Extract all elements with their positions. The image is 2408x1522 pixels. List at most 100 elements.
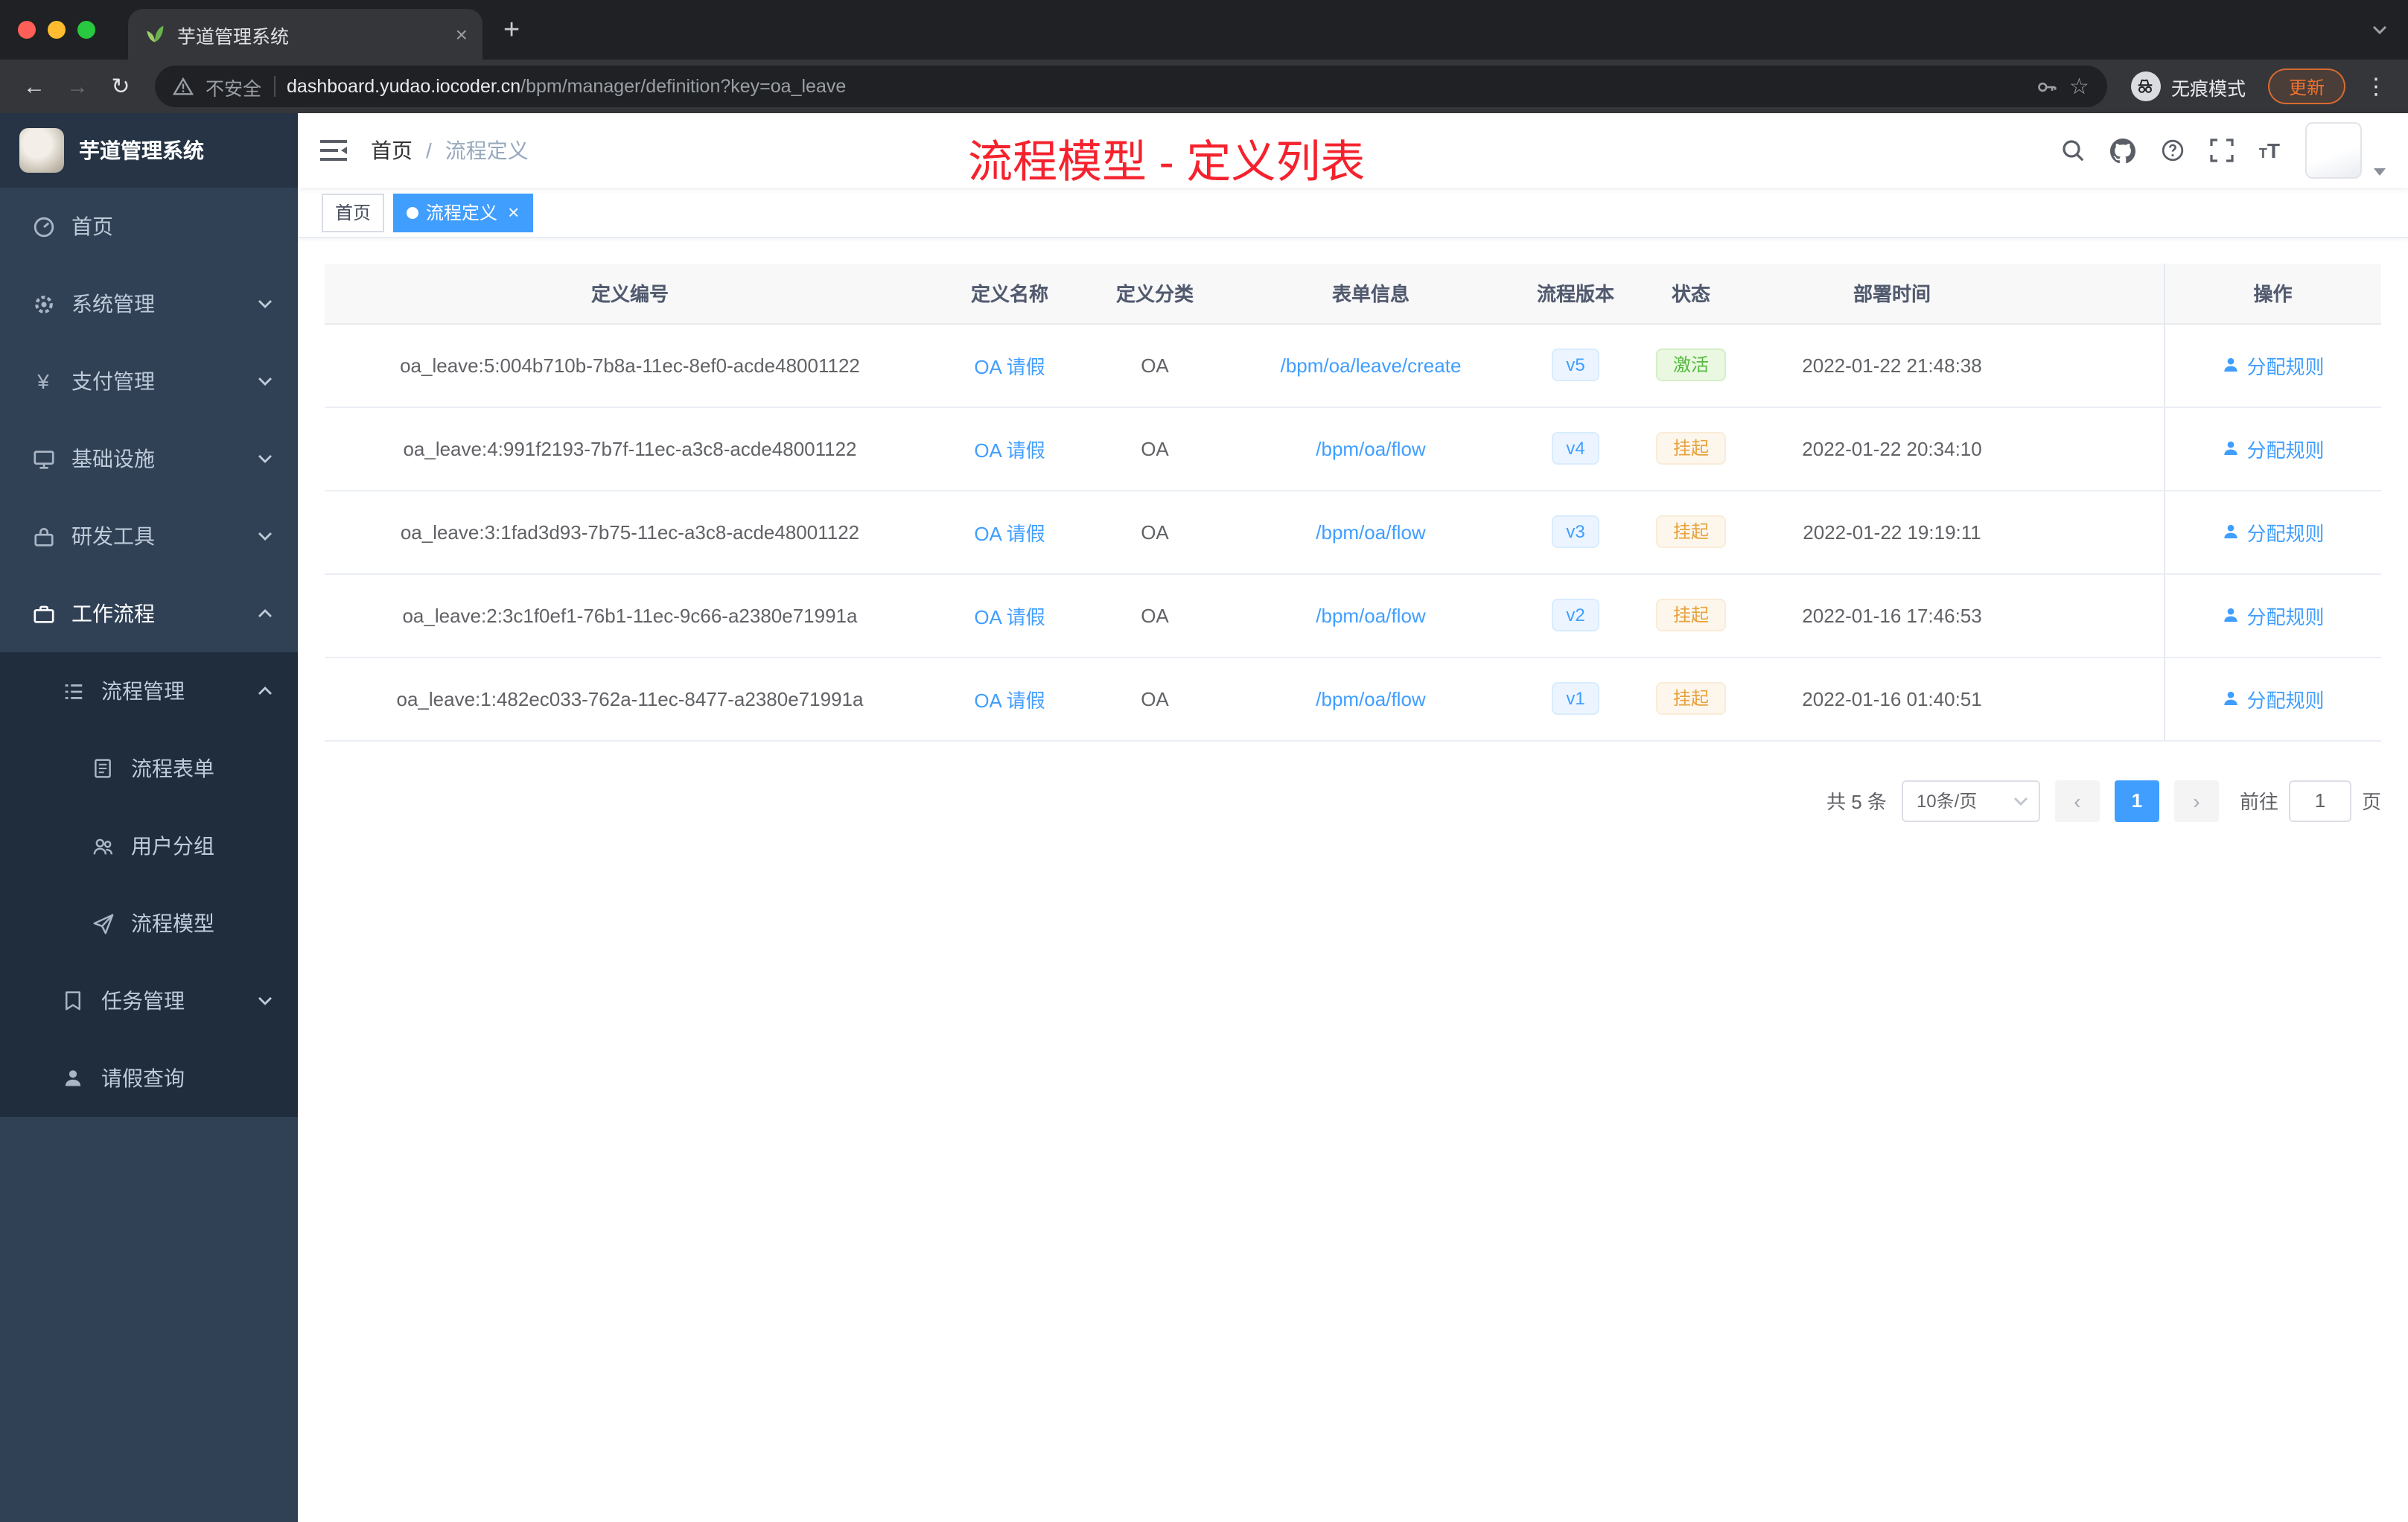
- sidebar-item-leave-query[interactable]: 请假查询: [0, 1039, 298, 1117]
- form-info-link[interactable]: /bpm/oa/flow: [1316, 687, 1425, 710]
- sidebar-item-payment-management[interactable]: ¥ 支付管理: [0, 343, 298, 420]
- navbar-right: TT: [2061, 122, 2386, 179]
- tag-process-definition[interactable]: 流程定义 ×: [393, 193, 533, 232]
- user-menu-caret-icon[interactable]: [2374, 168, 2386, 176]
- url-text[interactable]: dashboard.yudao.iocoder.cn/bpm/manager/d…: [287, 76, 2023, 97]
- definition-name-link[interactable]: OA 请假: [974, 522, 1045, 544]
- incognito-icon: [2130, 71, 2161, 101]
- page-number-button[interactable]: 1: [2114, 780, 2159, 821]
- page-size-select[interactable]: 10条/页: [1901, 780, 2040, 821]
- assign-rule-link[interactable]: 分配规则: [2221, 601, 2325, 629]
- url-path: /bpm/manager/definition?key=oa_leave: [520, 76, 847, 97]
- form-info-link[interactable]: /bpm/oa/flow: [1316, 437, 1425, 459]
- status-badge: 挂起: [1656, 515, 1725, 548]
- assign-rule-link[interactable]: 分配规则: [2221, 434, 2325, 462]
- table-row: oa_leave:1:482ec033-762a-11ec-8477-a2380…: [325, 657, 2381, 741]
- cell-category: OA: [1084, 407, 1226, 491]
- definitions-table: 定义编号 定义名称 定义分类 表单信息 流程版本 状态 部署时间 操作 oa_l…: [325, 264, 2381, 741]
- definition-name-link[interactable]: OA 请假: [974, 355, 1045, 378]
- sidebar-item-process-management[interactable]: 流程管理: [0, 652, 298, 730]
- user-avatar[interactable]: [2305, 122, 2362, 179]
- assign-rule-link[interactable]: 分配规则: [2221, 684, 2325, 713]
- status-badge: 挂起: [1656, 682, 1725, 715]
- bookmark-star-icon[interactable]: ☆: [2069, 75, 2089, 98]
- reload-button[interactable]: ↻: [101, 67, 140, 106]
- version-badge: v2: [1551, 599, 1600, 631]
- browser-tab-strip: 芋道管理系统 × +: [0, 0, 2408, 60]
- form-info-link[interactable]: /bpm/oa/leave/create: [1281, 354, 1462, 376]
- sidebar-item-system-management[interactable]: 系统管理: [0, 265, 298, 343]
- security-label[interactable]: 不安全: [206, 72, 261, 101]
- definition-name-link[interactable]: OA 请假: [974, 689, 1045, 711]
- tab-close-icon[interactable]: ×: [456, 24, 468, 45]
- cell-definition-id: oa_leave:5:004b710b-7b8a-11ec-8ef0-acde4…: [325, 323, 935, 407]
- warning-triangle-icon: [173, 77, 194, 95]
- tab-title: 芋道管理系统: [177, 26, 290, 47]
- font-size-icon[interactable]: TT: [2259, 140, 2280, 161]
- chrome-update-button[interactable]: 更新: [2267, 69, 2345, 104]
- main-area: 流程模型 - 定义列表 首页 / 流程定义 T T 首页 流程定义 × 定义编号…: [298, 113, 2408, 1522]
- sidebar-item-task-management[interactable]: 任务管理: [0, 962, 298, 1039]
- assign-rule-label: 分配规则: [2246, 522, 2325, 544]
- sidebar-item-label: 支付管理: [71, 369, 155, 393]
- search-icon[interactable]: [2061, 138, 2085, 162]
- sidebar-item-workflow[interactable]: 工作流程: [0, 575, 298, 652]
- fullscreen-icon[interactable]: [2210, 138, 2234, 162]
- assign-rule-link[interactable]: 分配规则: [2221, 518, 2325, 546]
- version-badge: v4: [1551, 432, 1600, 465]
- tools-icon: [31, 524, 55, 548]
- key-icon[interactable]: [2035, 75, 2057, 98]
- form-info-link[interactable]: /bpm/oa/flow: [1316, 520, 1425, 543]
- github-icon[interactable]: [2109, 138, 2135, 163]
- table-row: oa_leave:2:3c1f0ef1-76b1-11ec-9c66-a2380…: [325, 573, 2381, 657]
- tag-home[interactable]: 首页: [322, 193, 385, 232]
- chevron-down-icon: [258, 996, 273, 1005]
- sidebar-item-user-group[interactable]: 用户分组: [0, 807, 298, 885]
- tag-label: 首页: [335, 203, 372, 223]
- sidebar-logo[interactable]: 芋道管理系统: [0, 113, 298, 188]
- breadcrumb-home[interactable]: 首页: [371, 136, 413, 165]
- version-badge: v1: [1551, 682, 1600, 715]
- sidebar-item-label: 流程模型: [131, 911, 214, 935]
- tags-view-bar: 首页 流程定义 ×: [298, 188, 2408, 238]
- chevron-down-icon: [2013, 796, 2028, 805]
- tag-close-icon[interactable]: ×: [508, 203, 519, 222]
- traffic-light-minimize[interactable]: [48, 21, 66, 39]
- help-icon[interactable]: [2161, 138, 2185, 162]
- goto-suffix-label: 页: [2361, 791, 2381, 813]
- form-info-link[interactable]: /bpm/oa/flow: [1316, 604, 1425, 626]
- assign-rule-link[interactable]: 分配规则: [2221, 351, 2325, 379]
- cell-definition-id: oa_leave:1:482ec033-762a-11ec-8477-a2380…: [325, 657, 935, 741]
- traffic-light-close[interactable]: [18, 21, 36, 39]
- breadcrumb: 首页 / 流程定义: [371, 136, 529, 165]
- sidebar-item-dev-tools[interactable]: 研发工具: [0, 497, 298, 575]
- process-list-icon: [61, 679, 85, 703]
- col-form-info: 表单信息: [1226, 264, 1516, 324]
- app-root: 芋道管理系统 首页 系统管理 ¥ 支付管理 基础设施 研发工具 工作流程 流程管…: [0, 113, 2408, 1522]
- browser-menu-kebab-icon[interactable]: ⋮: [2359, 73, 2393, 100]
- next-page-button[interactable]: ›: [2173, 780, 2219, 821]
- definition-name-link[interactable]: OA 请假: [974, 439, 1045, 461]
- new-tab-button[interactable]: +: [503, 16, 520, 44]
- logo-title: 芋道管理系统: [79, 138, 204, 162]
- prev-page-button[interactable]: ‹: [2054, 780, 2100, 821]
- user-icon: [2221, 606, 2239, 624]
- traffic-light-zoom[interactable]: [77, 21, 95, 39]
- assign-rule-label: 分配规则: [2246, 605, 2325, 628]
- sidebar-item-home[interactable]: 首页: [0, 188, 298, 265]
- sidebar-item-process-model[interactable]: 流程模型: [0, 885, 298, 962]
- address-bar[interactable]: 不安全 dashboard.yudao.iocoder.cn/bpm/manag…: [155, 66, 2107, 107]
- sidebar-item-infrastructure[interactable]: 基础设施: [0, 420, 298, 497]
- sidebar-item-process-form[interactable]: 流程表单: [0, 730, 298, 807]
- spacer-column: [2037, 264, 2164, 324]
- chevron-down-icon: [258, 454, 273, 463]
- page-content: 定义编号 定义名称 定义分类 表单信息 流程版本 状态 部署时间 操作 oa_l…: [298, 238, 2408, 1522]
- goto-page-input[interactable]: [2288, 780, 2351, 821]
- sidebar-toggle-icon[interactable]: [320, 138, 347, 162]
- browser-tab[interactable]: 芋道管理系统 ×: [128, 9, 482, 60]
- back-button[interactable]: ←: [15, 67, 54, 106]
- col-deploy-time: 部署时间: [1747, 264, 2037, 324]
- tab-search-chevron-icon[interactable]: [2372, 25, 2387, 34]
- definition-name-link[interactable]: OA 请假: [974, 605, 1045, 628]
- forward-button[interactable]: →: [58, 67, 97, 106]
